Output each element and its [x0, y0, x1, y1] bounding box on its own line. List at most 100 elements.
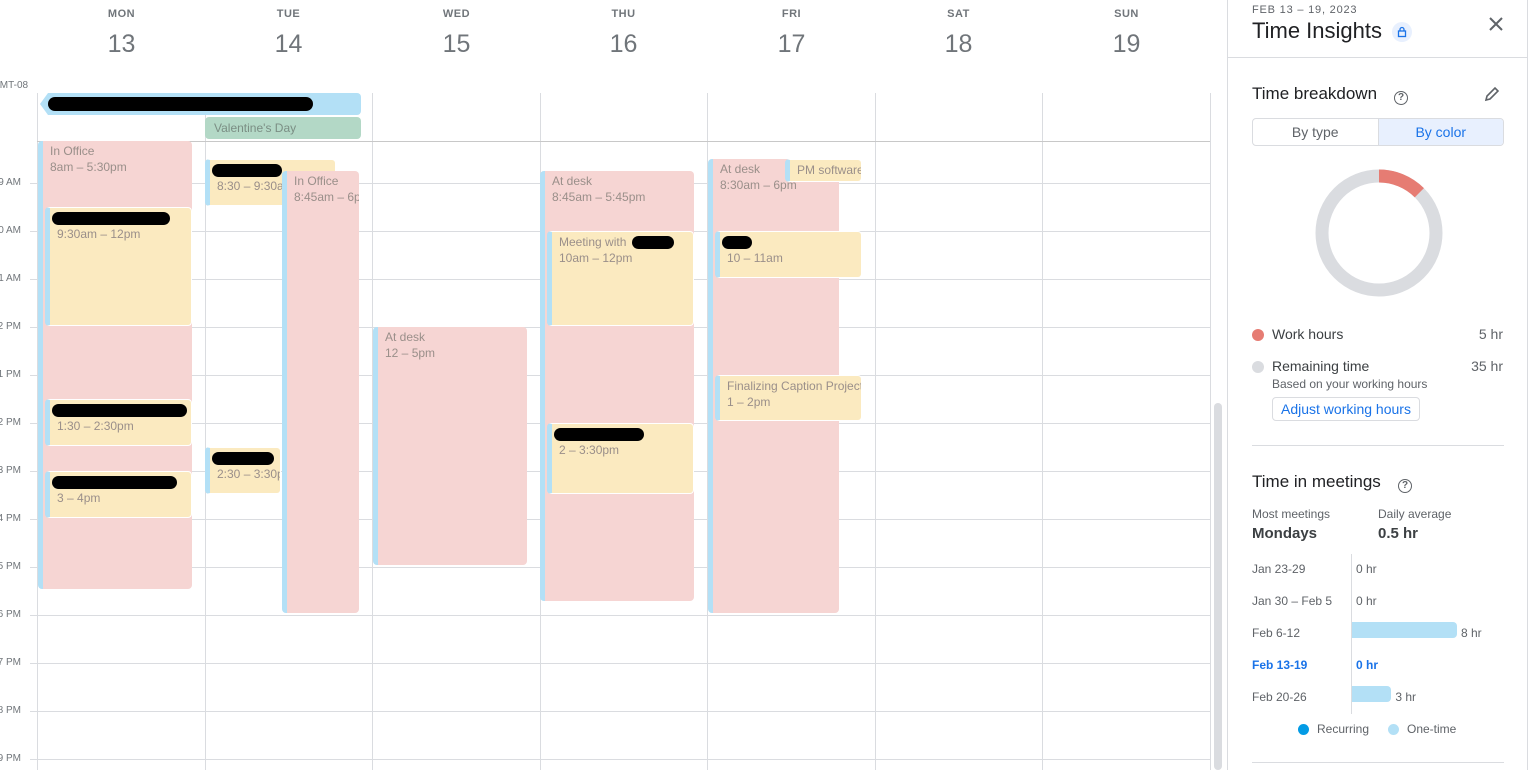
- breakdown-toggle: By type By color: [1252, 118, 1504, 146]
- legend-onetime: One-time: [1407, 722, 1457, 736]
- tab-by-color[interactable]: By color: [1378, 119, 1503, 145]
- breakdown-donut-chart: [1315, 169, 1443, 297]
- event-time: 10am – 12pm: [559, 251, 633, 265]
- allday-event[interactable]: [40, 93, 361, 115]
- event-time: 1:30 – 2:30pm: [57, 419, 134, 433]
- week-label: Jan 30 – Feb 5: [1252, 594, 1333, 608]
- redaction-mark: [52, 476, 177, 489]
- hour-label: 1 PM: [0, 369, 21, 380]
- date-range: FEB 13 – 19, 2023: [1252, 4, 1358, 16]
- timezone-label: GMT-08: [0, 80, 29, 91]
- calendar-event[interactable]: In Office 8:45am – 6p: [282, 171, 359, 613]
- work-hours-label: Work hours: [1272, 326, 1344, 342]
- day-number[interactable]: 19: [1043, 30, 1210, 59]
- hour-line: [30, 615, 1210, 616]
- redaction-mark: [52, 212, 170, 225]
- redaction-mark: [48, 97, 313, 111]
- event-time: 1 – 2pm: [727, 395, 771, 409]
- day-column-divider: [1042, 93, 1043, 770]
- calendar-event[interactable]: 1:30 – 2:30pm: [45, 399, 192, 446]
- allday-event-valentines[interactable]: Valentine's Day: [205, 117, 361, 139]
- section-title: Time in meetings: [1252, 472, 1381, 491]
- calendar-event[interactable]: At desk 12 – 5pm: [373, 327, 527, 565]
- hour-label: 7 PM: [0, 657, 21, 668]
- event-time: 3 – 4pm: [57, 491, 101, 505]
- day-column-divider: [875, 93, 876, 770]
- scrollbar[interactable]: [1214, 403, 1222, 770]
- redaction-mark: [52, 404, 187, 417]
- hour-label: 10 AM: [0, 225, 21, 236]
- event-time: 8:45am – 6p: [294, 190, 359, 204]
- calendar-event[interactable]: 2 – 3:30pm: [547, 423, 694, 494]
- most-meetings-value: Mondays: [1252, 525, 1318, 542]
- hour-line: [30, 759, 1210, 760]
- hour-label: 6 PM: [0, 609, 21, 620]
- event-time: 2:30 – 3:30p: [217, 467, 281, 481]
- event-title: Finalizing Caption Project: [727, 379, 862, 393]
- week-value: 3 hr: [1395, 690, 1417, 704]
- remaining-note: Based on your working hours: [1272, 377, 1428, 391]
- tab-by-type[interactable]: By type: [1253, 119, 1379, 145]
- divider: [1252, 762, 1504, 763]
- day-number[interactable]: 14: [205, 30, 372, 59]
- week-bar: [1352, 686, 1392, 702]
- help-icon[interactable]: ?: [1394, 87, 1408, 105]
- legend-onetime-dot: [1388, 724, 1399, 735]
- calendar-event[interactable]: PM software: [785, 159, 862, 182]
- allday-divider: [37, 141, 1210, 142]
- day-name: THU: [611, 8, 636, 20]
- panel-title: Time Insights: [1252, 18, 1383, 43]
- day-name: TUE: [276, 8, 301, 20]
- adjust-working-hours-button[interactable]: Adjust working hours: [1272, 397, 1420, 421]
- calendar-event[interactable]: 10 – 11am: [715, 231, 862, 278]
- close-icon[interactable]: [1486, 14, 1506, 34]
- event-time: 9:30am – 12pm: [57, 227, 141, 241]
- divider: [1252, 445, 1504, 446]
- help-icon[interactable]: ?: [1398, 475, 1412, 493]
- hour-label: 8 PM: [0, 705, 21, 716]
- week-label: Jan 23-29: [1252, 562, 1306, 576]
- most-meetings-label: Most meetings: [1252, 507, 1331, 521]
- event-time: 8:45am – 5:45pm: [552, 190, 646, 204]
- daily-average-label: Daily average: [1378, 507, 1452, 521]
- calendar-event[interactable]: 9:30am – 12pm: [45, 207, 192, 326]
- calendar-event[interactable]: Finalizing Caption Project 1 – 2pm: [715, 375, 862, 421]
- calendar-event[interactable]: Meeting with 10am – 12pm: [547, 231, 694, 326]
- section-title: Time breakdown: [1252, 84, 1378, 103]
- week-value: 0 hr: [1356, 658, 1379, 672]
- redaction-mark: [212, 452, 274, 465]
- remaining-value: 35 hr: [1471, 358, 1503, 374]
- week-label: Feb 13-19: [1252, 658, 1308, 672]
- day-number[interactable]: 15: [373, 30, 540, 59]
- day-name: WED: [442, 8, 471, 20]
- hour-line: [30, 711, 1210, 712]
- day-name: SUN: [1114, 8, 1139, 20]
- lock-icon[interactable]: [1392, 22, 1412, 42]
- calendar-event[interactable]: 3 – 4pm: [45, 471, 192, 518]
- hour-label: 9 AM: [0, 177, 21, 188]
- calendar-event[interactable]: 2:30 – 3:30p: [205, 447, 281, 494]
- time-insights-panel: FEB 13 – 19, 2023 Time Insights Time bre…: [1227, 0, 1528, 770]
- week-bar: [1352, 622, 1457, 638]
- legend-recurring-dot: [1298, 724, 1309, 735]
- day-number[interactable]: 18: [875, 30, 1042, 59]
- edit-icon[interactable]: [1483, 85, 1501, 108]
- event-title: PM software: [797, 163, 862, 177]
- hour-label: 12 PM: [0, 321, 21, 332]
- work-hours-dot: [1252, 329, 1264, 341]
- day-number[interactable]: 16: [540, 30, 707, 59]
- redaction-mark: [632, 236, 674, 249]
- event-title: At desk: [552, 174, 593, 188]
- week-label: Feb 6-12: [1252, 626, 1301, 640]
- day-number[interactable]: 17: [708, 30, 875, 59]
- remaining-dot: [1252, 361, 1264, 373]
- hour-line: [30, 663, 1210, 664]
- legend-recurring: Recurring: [1317, 722, 1370, 736]
- event-title: In Office: [294, 174, 339, 188]
- hour-label: 2 PM: [0, 417, 21, 428]
- hour-label: 5 PM: [0, 561, 21, 572]
- remaining-label: Remaining time: [1272, 358, 1370, 374]
- event-time: 8am – 5:30pm: [50, 160, 127, 174]
- week-value: 8 hr: [1461, 626, 1482, 640]
- day-number[interactable]: 13: [38, 30, 205, 59]
